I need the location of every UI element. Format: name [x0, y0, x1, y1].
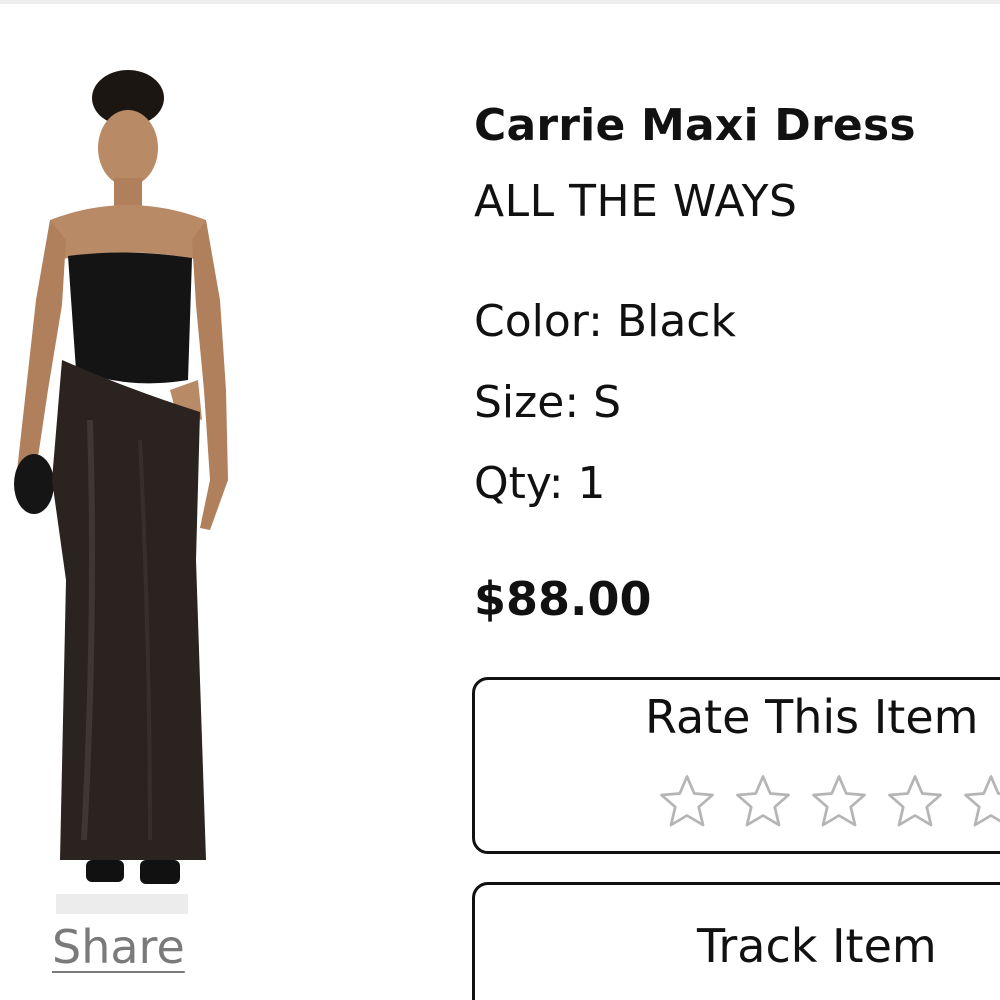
- rate-item-card: Rate This Item: [472, 677, 1000, 854]
- star-rating[interactable]: [657, 772, 1000, 832]
- product-price: $88.00: [474, 572, 652, 626]
- track-item-button[interactable]: Track Item: [472, 882, 1000, 1000]
- product-image[interactable]: [0, 60, 240, 920]
- left-heel: [86, 860, 124, 882]
- top-divider: [0, 0, 1000, 4]
- product-title: Carrie Maxi Dress: [474, 100, 916, 151]
- right-heel: [140, 860, 180, 884]
- product-size: Size: S: [474, 377, 622, 428]
- order-item-page: Share Carrie Maxi Dress ALL THE WAYS Col…: [0, 0, 1000, 1000]
- floor-shadow: [56, 894, 188, 914]
- track-item-label: Track Item: [697, 919, 937, 973]
- share-link[interactable]: Share: [52, 920, 185, 974]
- star-outline-icon[interactable]: [733, 772, 793, 832]
- star-outline-icon[interactable]: [885, 772, 945, 832]
- product-qty: Qty: 1: [474, 458, 606, 509]
- product-color: Color: Black: [474, 296, 736, 347]
- star-outline-icon[interactable]: [961, 772, 1000, 832]
- rate-item-label: Rate This Item: [645, 690, 979, 744]
- clutch-bag: [14, 454, 54, 514]
- star-outline-icon[interactable]: [809, 772, 869, 832]
- dress-skirt: [52, 360, 206, 860]
- model-face: [98, 110, 158, 186]
- model-shoulders: [50, 205, 206, 260]
- product-brand[interactable]: ALL THE WAYS: [474, 176, 797, 227]
- star-outline-icon[interactable]: [657, 772, 717, 832]
- dress-bodice: [68, 252, 192, 384]
